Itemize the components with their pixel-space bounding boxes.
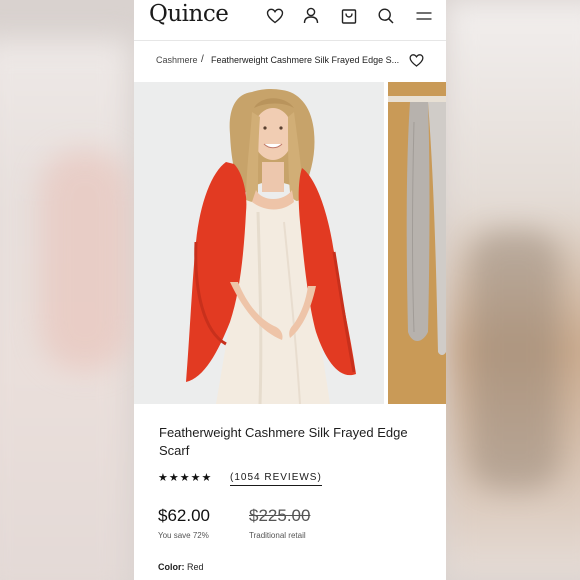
wishlist-heart-icon[interactable] [408, 52, 425, 69]
product-image-gallery[interactable] [134, 82, 446, 404]
reviews-link[interactable]: (1054 REVIEWS) [230, 472, 322, 486]
breadcrumb-parent-link[interactable]: Cashmere [156, 55, 198, 65]
bag-icon[interactable] [339, 6, 359, 26]
original-price-label: Traditional retail [249, 531, 306, 540]
color-label-text: Color: [158, 562, 185, 572]
top-navigation-bar: Quince [134, 0, 446, 41]
breadcrumb: Cashmere / Featherweight Cashmere Silk F… [134, 41, 446, 81]
product-image-secondary[interactable] [388, 82, 446, 404]
product-title: Featherweight Cashmere Silk Frayed Edge … [159, 425, 408, 458]
breadcrumb-separator: / [201, 54, 204, 65]
original-price: $225.00 [249, 506, 311, 525]
color-value: Red [187, 562, 204, 572]
savings-text: You save 72% [158, 531, 209, 540]
product-image-main[interactable] [134, 82, 384, 404]
user-icon[interactable] [301, 6, 321, 26]
brand-logo[interactable]: Quince [149, 1, 229, 27]
rating-stars[interactable]: ★★★★★ [158, 471, 212, 484]
color-selector-label: Color: Red [158, 562, 204, 572]
mobile-product-page: Quince Cashmere / Featherweight Cashmere… [134, 0, 446, 580]
sale-price: $62.00 [158, 506, 210, 525]
search-icon[interactable] [376, 6, 396, 26]
menu-icon[interactable] [414, 6, 434, 26]
breadcrumb-current: Featherweight Cashmere Silk Frayed Edge … [211, 55, 400, 65]
heart-icon[interactable] [265, 6, 285, 26]
